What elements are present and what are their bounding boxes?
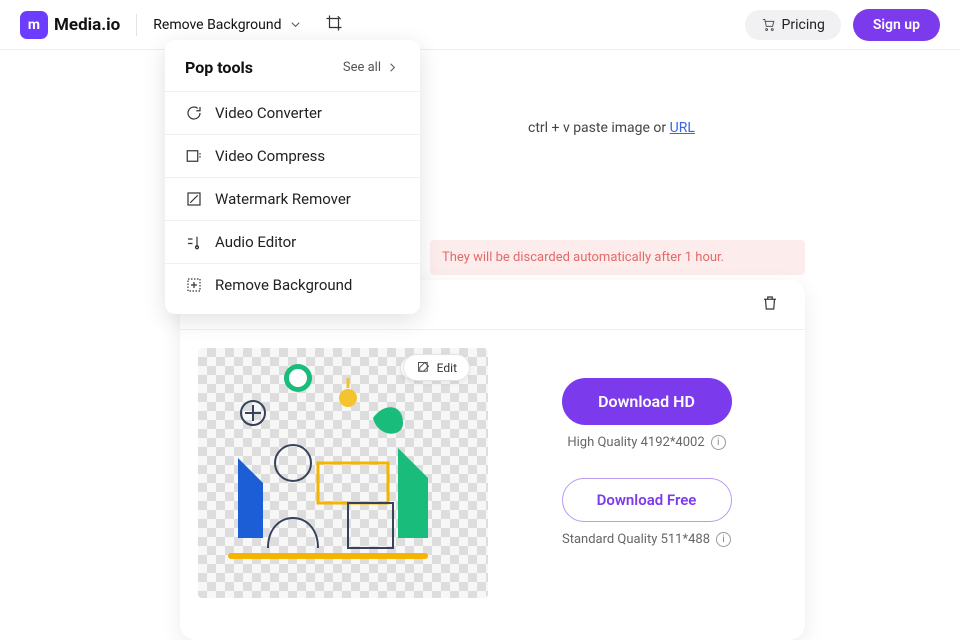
see-all-link[interactable]: See all bbox=[343, 60, 400, 75]
page: ctrl + v paste image or URL They will be… bbox=[0, 50, 960, 60]
tool-dropdown-trigger[interactable]: Remove Background bbox=[153, 17, 302, 33]
card-body: Edit Download HD High Quality 4192*4002 … bbox=[180, 330, 805, 640]
result-illustration bbox=[198, 348, 488, 598]
free-meta-text: Standard Quality 511*488 bbox=[562, 532, 710, 547]
paste-hint-text: ctrl + v paste image or bbox=[528, 120, 670, 136]
edit-icon bbox=[416, 360, 431, 375]
current-tool-label: Remove Background bbox=[153, 17, 281, 33]
pricing-button[interactable]: Pricing bbox=[745, 10, 841, 40]
crop-icon bbox=[325, 14, 343, 32]
delete-button[interactable] bbox=[761, 294, 779, 316]
signup-button[interactable]: Sign up bbox=[853, 9, 940, 41]
tool-item-remove-background[interactable]: Remove Background bbox=[165, 263, 420, 306]
free-meta: Standard Quality 511*488 i bbox=[562, 532, 731, 547]
crop-tool-button[interactable] bbox=[325, 14, 343, 36]
paste-hint: ctrl + v paste image or URL bbox=[528, 120, 695, 136]
divider bbox=[136, 14, 137, 36]
download-hd-button[interactable]: Download HD bbox=[562, 378, 732, 425]
dropdown-title: Pop tools bbox=[185, 58, 253, 77]
result-card: Edit Download HD High Quality 4192*4002 … bbox=[180, 280, 805, 640]
url-link[interactable]: URL bbox=[670, 120, 695, 136]
chevron-right-icon bbox=[385, 60, 400, 75]
edit-button[interactable]: Edit bbox=[403, 354, 470, 381]
refresh-icon bbox=[185, 104, 203, 122]
tool-item-label: Video Compress bbox=[215, 147, 325, 165]
chevron-down-icon bbox=[288, 17, 303, 32]
tool-item-video-converter[interactable]: Video Converter bbox=[165, 91, 420, 134]
dropdown-header: Pop tools See all bbox=[165, 40, 420, 91]
pricing-label: Pricing bbox=[782, 17, 825, 33]
logo[interactable]: m Media.io bbox=[20, 11, 120, 39]
compress-icon bbox=[185, 147, 203, 165]
image-preview: Edit bbox=[198, 348, 488, 598]
discard-warning: They will be discarded automatically aft… bbox=[430, 240, 805, 275]
trash-icon bbox=[761, 294, 779, 312]
tool-item-video-compress[interactable]: Video Compress bbox=[165, 134, 420, 177]
hd-meta-text: High Quality 4192*4002 bbox=[567, 435, 704, 450]
erase-icon bbox=[185, 190, 203, 208]
audio-icon bbox=[185, 233, 203, 251]
download-free-button[interactable]: Download Free bbox=[562, 478, 732, 522]
tools-dropdown: Pop tools See all Video Converter Video … bbox=[165, 40, 420, 314]
logo-icon: m bbox=[20, 11, 48, 39]
download-column: Download HD High Quality 4192*4002 i Dow… bbox=[488, 330, 805, 640]
tool-item-label: Audio Editor bbox=[215, 233, 296, 251]
info-icon[interactable]: i bbox=[716, 532, 731, 547]
info-icon[interactable]: i bbox=[711, 435, 726, 450]
header-right: Pricing Sign up bbox=[745, 9, 940, 41]
edit-label: Edit bbox=[437, 361, 457, 375]
tool-item-label: Remove Background bbox=[215, 276, 352, 294]
cart-icon bbox=[761, 17, 776, 32]
see-all-label: See all bbox=[343, 60, 381, 75]
tool-item-watermark-remover[interactable]: Watermark Remover bbox=[165, 177, 420, 220]
tool-item-label: Watermark Remover bbox=[215, 190, 351, 208]
tool-item-label: Video Converter bbox=[215, 104, 322, 122]
hd-meta: High Quality 4192*4002 i bbox=[567, 435, 725, 450]
app-header: m Media.io Remove Background Pricing Sig… bbox=[0, 0, 960, 50]
sparkle-grid-icon bbox=[185, 276, 203, 294]
tool-item-audio-editor[interactable]: Audio Editor bbox=[165, 220, 420, 263]
logo-text: Media.io bbox=[54, 15, 120, 35]
